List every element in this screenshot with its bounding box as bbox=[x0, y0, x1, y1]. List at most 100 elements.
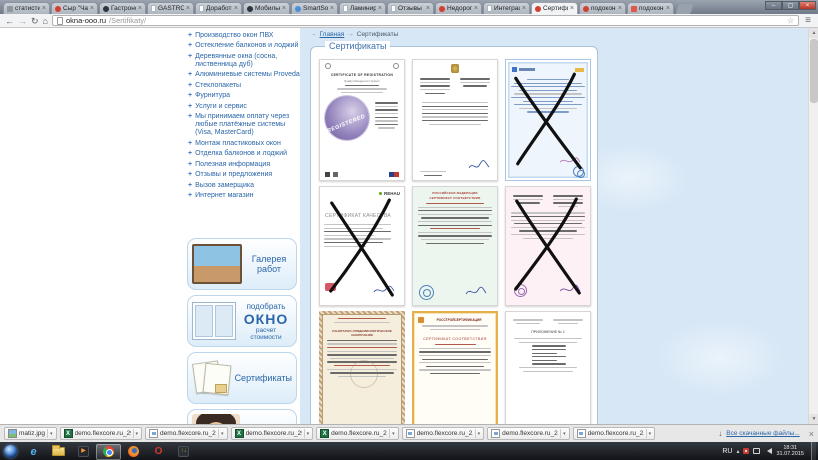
scrollbar-thumb[interactable] bbox=[810, 39, 818, 103]
tab-close-icon[interactable]: × bbox=[618, 5, 622, 12]
sidebar-item-services[interactable]: +Услуги и сервис bbox=[188, 103, 302, 111]
browser-tab[interactable]: Отзывы× bbox=[387, 2, 434, 14]
browser-tab[interactable]: Ламиниров× bbox=[339, 2, 386, 14]
tab-close-icon[interactable]: × bbox=[282, 5, 286, 12]
language-indicator[interactable]: RU bbox=[722, 448, 732, 455]
sidebar-item-online-shop[interactable]: +Интернет магазин bbox=[188, 192, 302, 200]
tab-close-icon[interactable]: × bbox=[666, 5, 670, 12]
certificates-widget[interactable]: Сертификаты bbox=[187, 352, 297, 404]
certificate-sanitary-conclusion[interactable]: САНИТАРНО-ЭПИДЕМИОЛОГИЧЕСКОЕ ЗАКЛЮЧЕНИЕ bbox=[319, 311, 405, 424]
address-bar[interactable]: okna-ooo.ru/Sertifikaty/ ☆ bbox=[52, 15, 799, 26]
sidebar-item-pvc-windows[interactable]: +Производство окон ПВХ bbox=[188, 32, 302, 40]
browser-tab[interactable]: Сыр "Чанах"× bbox=[51, 2, 98, 14]
download-item[interactable]: demo.flexcore.ru_29....csv▾ bbox=[60, 427, 143, 440]
taskbar-ie[interactable]: e bbox=[21, 444, 46, 460]
sidebar-item-measurer[interactable]: +Вызов замерщика bbox=[188, 182, 302, 190]
certificate-rosstroy[interactable]: РОССТРОЙСЕРТИФИКАЦИЯ СЕРТИФИКАТ СООТВЕТС… bbox=[412, 311, 498, 424]
browser-tab[interactable]: подоконни× bbox=[579, 2, 626, 14]
tab-close-icon[interactable]: × bbox=[426, 5, 430, 12]
new-tab-button[interactable] bbox=[675, 4, 693, 14]
network-icon[interactable] bbox=[753, 448, 760, 454]
sidebar-item-reviews[interactable]: +Отзывы и предложения bbox=[188, 171, 302, 179]
page-scrollbar[interactable]: ▲ ▼ bbox=[808, 28, 818, 424]
close-downloads-icon[interactable]: × bbox=[809, 429, 814, 439]
download-item[interactable]: demo.flexcore.ru_2....html▾ bbox=[573, 427, 656, 440]
show-desktop-button[interactable] bbox=[811, 442, 816, 460]
tab-close-icon[interactable]: × bbox=[330, 5, 334, 12]
back-icon[interactable]: ← bbox=[5, 15, 14, 27]
start-button[interactable] bbox=[4, 445, 17, 458]
window-calculator-widget[interactable]: подобрать ОКНО расчет стоимости bbox=[187, 295, 297, 347]
download-item[interactable]: demo.flexcore.ru_2....html▾ bbox=[487, 427, 570, 440]
caret-down-icon[interactable]: ▾ bbox=[478, 431, 481, 437]
caret-down-icon[interactable]: ▾ bbox=[136, 431, 139, 437]
caret-down-icon[interactable]: ▾ bbox=[392, 431, 395, 437]
certificate-rehau-quality[interactable]: REHAU СЕРТИФИКАТ КАЧЕСТВА bbox=[319, 186, 405, 306]
minimize-button[interactable]: – bbox=[765, 1, 782, 10]
taskbar-opera[interactable]: O bbox=[146, 444, 171, 460]
forward-icon[interactable]: → bbox=[18, 15, 27, 27]
taskbar-explorer[interactable] bbox=[46, 444, 71, 460]
scroll-up-icon[interactable]: ▲ bbox=[809, 28, 818, 38]
sidebar-item-aluminium[interactable]: +Алюминиевые системы Provedal bbox=[188, 71, 302, 79]
sidebar-item-installation[interactable]: +Монтаж пластиковых окон bbox=[188, 140, 302, 148]
bookmark-star-icon[interactable]: ☆ bbox=[787, 16, 794, 25]
action-center-icon[interactable] bbox=[743, 448, 749, 454]
caret-down-icon[interactable]: ▾ bbox=[563, 431, 566, 437]
sidebar-item-wooden-windows[interactable]: +Деревянные окна (сосна, лиственница дуб… bbox=[188, 53, 302, 69]
browser-tab[interactable]: SmartSoluti× bbox=[291, 2, 338, 14]
sidebar-item-balcony-finishing[interactable]: +Отделка балконов и лоджий bbox=[188, 150, 302, 158]
browser-tab[interactable]: Недорогие× bbox=[435, 2, 482, 14]
tab-close-icon[interactable]: × bbox=[474, 5, 478, 12]
download-item[interactable]: demo.flexcore.ru_2....html▾ bbox=[145, 427, 228, 440]
browser-tab[interactable]: Интеграция× bbox=[483, 2, 530, 14]
caret-down-icon[interactable]: ▾ bbox=[221, 431, 224, 437]
reload-icon[interactable]: ↻ bbox=[31, 15, 39, 27]
maximize-button[interactable]: ▢ bbox=[782, 1, 799, 10]
browser-tab-active[interactable]: Сертификат× bbox=[531, 2, 578, 14]
tab-close-icon[interactable]: × bbox=[186, 5, 190, 12]
caret-down-icon[interactable]: ▾ bbox=[307, 431, 310, 437]
certificate-official-letter[interactable] bbox=[412, 59, 498, 181]
taskbar-chrome[interactable] bbox=[96, 444, 121, 460]
sidebar-item-montblanc[interactable]: +Элитные окна MONTBLANC bbox=[188, 28, 302, 29]
home-icon[interactable]: ⌂ bbox=[43, 15, 48, 27]
download-item[interactable]: demo.flexcore.ru_29....csv▾ bbox=[316, 427, 399, 440]
certificate-gost-conformity[interactable]: РОССИЙСКАЯ ФЕДЕРАЦИЯ СЕРТИФИКАТ СООТВЕТС… bbox=[412, 186, 498, 306]
scroll-down-icon[interactable]: ▼ bbox=[809, 414, 818, 424]
breadcrumb-home-link[interactable]: Главная bbox=[320, 31, 345, 38]
gallery-widget[interactable]: Галерея работ bbox=[187, 238, 297, 290]
tab-close-icon[interactable]: × bbox=[138, 5, 142, 12]
certificate-bsi-registration[interactable]: CERTIFICATE OF REGISTRATION Quality Mana… bbox=[319, 59, 405, 181]
tab-close-icon[interactable]: × bbox=[570, 5, 574, 12]
close-button[interactable]: × bbox=[799, 1, 816, 10]
certificate-annex[interactable]: ПРИЛОЖЕНИЕ № 1 bbox=[505, 311, 591, 424]
sidebar-item-glass-units[interactable]: +Стеклопакеты bbox=[188, 82, 302, 90]
tab-close-icon[interactable]: × bbox=[42, 5, 46, 12]
speaker-icon[interactable] bbox=[764, 448, 772, 454]
sidebar-item-hardware[interactable]: +Фурнитура bbox=[188, 92, 302, 100]
certificate-blue-crossed[interactable] bbox=[505, 59, 591, 181]
tab-close-icon[interactable]: × bbox=[378, 5, 382, 12]
download-item[interactable]: demo.flexcore.ru_29....csv▾ bbox=[231, 427, 314, 440]
caret-down-icon[interactable]: ▾ bbox=[649, 431, 652, 437]
browser-tab[interactable]: Доработки× bbox=[195, 2, 242, 14]
browser-tab[interactable]: Мобильный× bbox=[243, 2, 290, 14]
browser-tab[interactable]: Гастроном× bbox=[99, 2, 146, 14]
chrome-menu-icon[interactable]: ≡ bbox=[803, 15, 813, 27]
taskbar-download-manager[interactable]: ↑↓ bbox=[171, 444, 196, 460]
sidebar-item-useful-info[interactable]: +Полезная информация bbox=[188, 161, 302, 169]
taskbar-media-player[interactable]: ▶ bbox=[71, 444, 96, 460]
browser-tab[interactable]: GASTRONOM× bbox=[147, 2, 194, 14]
online-consultant-widget[interactable]: ONLINE bbox=[187, 409, 297, 424]
tab-close-icon[interactable]: × bbox=[90, 5, 94, 12]
caret-down-icon[interactable]: ▾ bbox=[50, 431, 53, 437]
download-item[interactable]: matiz.jpg▾ bbox=[4, 427, 57, 440]
certificate-pink-crossed[interactable] bbox=[505, 186, 591, 306]
browser-tab[interactable]: статистика× bbox=[3, 2, 50, 14]
sidebar-item-payment[interactable]: +Мы принимаем оплату через любые платёжн… bbox=[188, 113, 302, 137]
download-item[interactable]: demo.flexcore.ru_2....html▾ bbox=[402, 427, 485, 440]
show-all-downloads-link[interactable]: Все скачанные файлы... bbox=[726, 430, 799, 437]
sidebar-item-glazing[interactable]: +Остекление балконов и лоджий bbox=[188, 42, 302, 50]
tab-close-icon[interactable]: × bbox=[522, 5, 526, 12]
